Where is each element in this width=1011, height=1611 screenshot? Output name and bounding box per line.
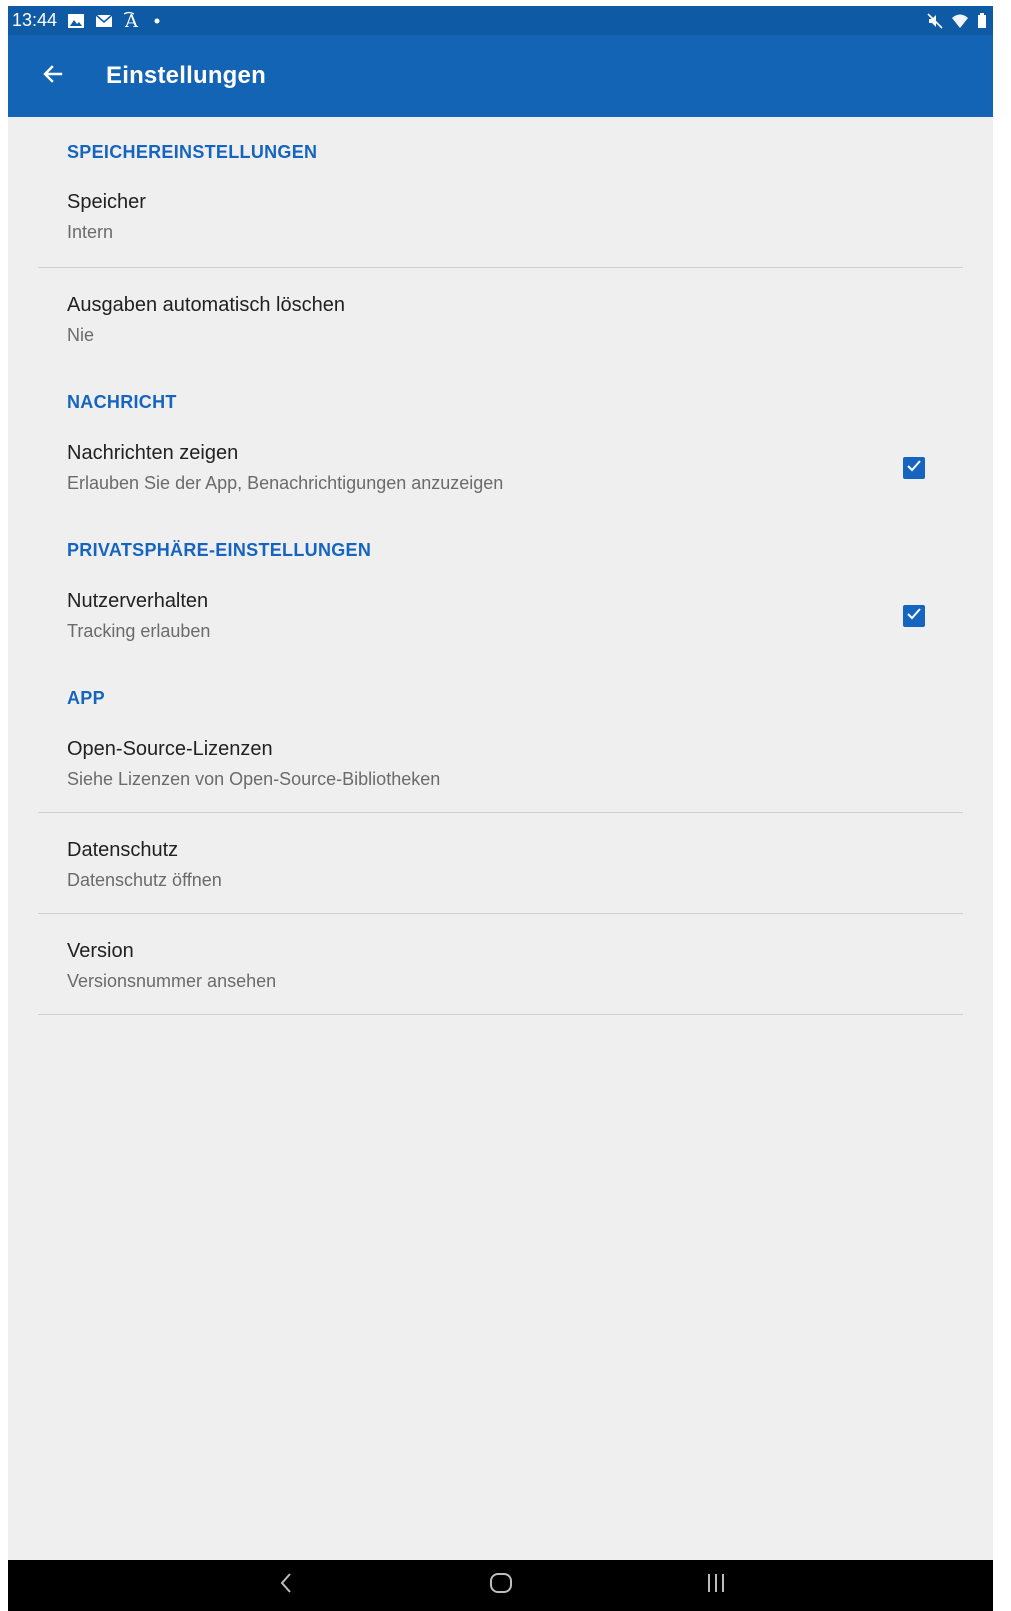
pref-summary: Siehe Lizenzen von Open-Source-Bibliothe… — [67, 769, 441, 789]
pref-auto-delete[interactable]: Ausgaben automatisch löschen Nie — [8, 268, 993, 368]
check-icon — [905, 457, 923, 480]
pref-title: Nutzerverhalten — [67, 590, 209, 612]
mail-icon — [95, 13, 113, 29]
notifications-checkbox[interactable] — [903, 457, 925, 479]
pref-privacy-policy[interactable]: Datenschutz Datenschutz öffnen — [8, 813, 993, 913]
dot-icon — [153, 17, 161, 25]
app-bar: Einstellungen — [8, 35, 993, 117]
battery-icon — [977, 12, 987, 29]
section-header-message: NACHRICHT — [67, 392, 177, 412]
pref-summary: Intern — [67, 222, 114, 242]
section-header-app: APP — [67, 688, 105, 708]
status-time: 13:44 — [12, 10, 58, 30]
pref-summary: Tracking erlauben — [67, 621, 211, 641]
settings-list: SPEICHEREINSTELLUNGEN Speicher Intern Au… — [8, 117, 993, 1015]
pref-summary: Datenschutz öffnen — [67, 870, 222, 890]
back-nav-icon — [279, 1572, 293, 1599]
section-header-privacy: PRIVATSPHÄRE-EINSTELLUNGEN — [67, 540, 372, 560]
pref-title: Datenschutz — [67, 839, 179, 861]
recents-nav-icon — [706, 1572, 726, 1599]
tracking-checkbox[interactable] — [903, 605, 925, 627]
pref-title: Ausgaben automatisch löschen — [67, 294, 345, 316]
translate-icon: A — [123, 11, 143, 31]
pref-summary: Nie — [67, 325, 95, 345]
divider — [38, 1014, 963, 1015]
home-nav-icon — [489, 1571, 513, 1600]
svg-text:A: A — [124, 11, 139, 31]
back-button[interactable] — [18, 35, 88, 117]
nav-back-button[interactable] — [251, 1560, 321, 1611]
mute-icon — [927, 12, 943, 29]
arrow-back-icon — [41, 62, 65, 91]
pref-summary: Versionsnummer ansehen — [67, 971, 277, 991]
pref-speicher[interactable]: Speicher Intern — [8, 163, 993, 267]
section-header-storage: SPEICHEREINSTELLUNGEN — [67, 142, 318, 162]
pref-open-source-licenses[interactable]: Open-Source-Lizenzen Siehe Lizenzen von … — [8, 709, 993, 812]
page-title: Einstellungen — [106, 62, 266, 89]
gallery-icon — [67, 13, 85, 29]
pref-title: Version — [67, 940, 134, 962]
check-icon — [905, 605, 923, 628]
device-screen: 13:44 A Einstellungen SPEICHEREINSTELLUN… — [8, 6, 993, 1611]
pref-summary: Erlauben Sie der App, Benachrichtigungen… — [67, 473, 504, 493]
pref-user-behavior[interactable]: Nutzerverhalten Tracking erlauben — [8, 561, 993, 664]
nav-home-button[interactable] — [466, 1560, 536, 1611]
navigation-bar — [8, 1560, 993, 1611]
wifi-icon — [951, 13, 969, 29]
pref-title: Nachrichten zeigen — [67, 442, 239, 464]
pref-show-notifications[interactable]: Nachrichten zeigen Erlauben Sie der App,… — [8, 413, 993, 516]
pref-title: Open-Source-Lizenzen — [67, 738, 273, 760]
status-bar: 13:44 A — [8, 6, 993, 35]
nav-recents-button[interactable] — [681, 1560, 751, 1611]
pref-version[interactable]: Version Versionsnummer ansehen — [8, 914, 993, 1014]
pref-title: Speicher — [67, 191, 146, 213]
